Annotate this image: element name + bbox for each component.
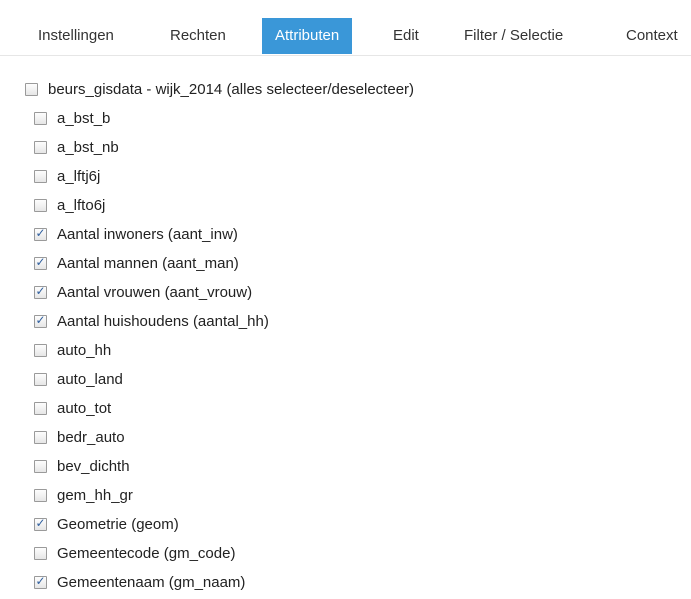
attribute-label: a_lftj6j bbox=[57, 167, 101, 185]
attribute-checkbox[interactable] bbox=[34, 255, 47, 270]
attribute-label: Aantal vrouwen (aant_vrouw) bbox=[57, 283, 253, 301]
attribute-label: Geometrie (geom) bbox=[57, 515, 179, 533]
attribute-checkbox[interactable] bbox=[34, 546, 47, 560]
attribute-checkbox[interactable] bbox=[34, 574, 47, 589]
select-all-checkbox[interactable] bbox=[25, 82, 38, 96]
attribute-checkbox[interactable] bbox=[34, 313, 47, 328]
attribute-checkbox[interactable] bbox=[34, 284, 47, 299]
attribute-row[interactable]: Gemeentecode (gm_code) bbox=[34, 542, 235, 564]
attribute-checkbox[interactable] bbox=[34, 226, 47, 241]
attribute-checkbox[interactable] bbox=[34, 516, 47, 531]
attribute-row[interactable]: gem_hh_gr bbox=[34, 484, 133, 506]
attribute-label: a_bst_nb bbox=[57, 138, 119, 156]
attribute-row[interactable]: auto_tot bbox=[34, 397, 111, 419]
attribute-label: Aantal huishoudens (aantal_hh) bbox=[57, 312, 269, 330]
attribute-checkbox[interactable] bbox=[34, 111, 47, 125]
attribute-checkbox[interactable] bbox=[34, 372, 47, 386]
attribute-label: Aantal mannen (aant_man) bbox=[57, 254, 239, 272]
attribute-row[interactable]: auto_hh bbox=[34, 339, 111, 361]
attribute-row[interactable]: auto_land bbox=[34, 368, 123, 390]
select-all-row[interactable]: beurs_gisdata - wijk_2014 (alles selecte… bbox=[25, 78, 414, 100]
attribute-label: auto_tot bbox=[57, 399, 112, 417]
attribute-row[interactable]: a_lftj6j bbox=[34, 165, 100, 187]
attribute-row[interactable]: Gemeentenaam (gm_naam) bbox=[34, 571, 245, 593]
attribute-label: Gemeentenaam (gm_naam) bbox=[57, 573, 246, 591]
attribute-checkbox[interactable] bbox=[34, 198, 47, 212]
attribute-checkbox[interactable] bbox=[34, 140, 47, 154]
tab-filter-selectie[interactable]: Filter / Selectie bbox=[464, 18, 563, 54]
attribute-label: Gemeentecode (gm_code) bbox=[57, 544, 236, 562]
attribute-row[interactable]: a_bst_nb bbox=[34, 136, 119, 158]
attribute-row[interactable]: Geometrie (geom) bbox=[34, 513, 179, 535]
attribute-row[interactable]: Aantal vrouwen (aant_vrouw) bbox=[34, 281, 252, 303]
tab-edit[interactable]: Edit bbox=[393, 18, 419, 54]
attribute-label: a_bst_b bbox=[57, 109, 111, 127]
attribute-row[interactable]: Aantal mannen (aant_man) bbox=[34, 252, 239, 274]
tab-attributen[interactable]: Attributen bbox=[262, 18, 353, 54]
attribute-label: gem_hh_gr bbox=[57, 486, 133, 504]
tab-bar: Instellingen Rechten Attributen Edit Fil… bbox=[0, 0, 691, 56]
attribute-row[interactable]: bedr_auto bbox=[34, 426, 125, 448]
attribute-label: auto_land bbox=[57, 370, 123, 388]
attribute-row[interactable]: a_lfto6j bbox=[34, 194, 105, 216]
tab-context[interactable]: Context bbox=[626, 18, 678, 54]
select-all-label: beurs_gisdata - wijk_2014 (alles selecte… bbox=[48, 80, 415, 98]
attribute-checkbox[interactable] bbox=[34, 169, 47, 183]
attribute-checkbox[interactable] bbox=[34, 459, 47, 473]
attribute-row[interactable]: bev_dichth bbox=[34, 455, 130, 477]
attribute-label: auto_hh bbox=[57, 341, 112, 359]
attribute-checkbox[interactable] bbox=[34, 401, 47, 415]
attribute-checkbox[interactable] bbox=[34, 488, 47, 502]
attribute-row[interactable]: Aantal huishoudens (aantal_hh) bbox=[34, 310, 269, 332]
attribute-label: Aantal inwoners (aant_inw) bbox=[57, 225, 238, 243]
tab-instellingen[interactable]: Instellingen bbox=[38, 18, 114, 54]
attribute-label: bev_dichth bbox=[57, 457, 130, 475]
attribute-row[interactable]: a_bst_b bbox=[34, 107, 110, 129]
tab-rechten[interactable]: Rechten bbox=[170, 18, 226, 54]
attribute-label: bedr_auto bbox=[57, 428, 125, 446]
attribute-label: a_lfto6j bbox=[57, 196, 106, 214]
attribute-checkbox[interactable] bbox=[34, 343, 47, 357]
attribute-checkbox[interactable] bbox=[34, 430, 47, 444]
attribute-row[interactable]: Aantal inwoners (aant_inw) bbox=[34, 223, 238, 245]
